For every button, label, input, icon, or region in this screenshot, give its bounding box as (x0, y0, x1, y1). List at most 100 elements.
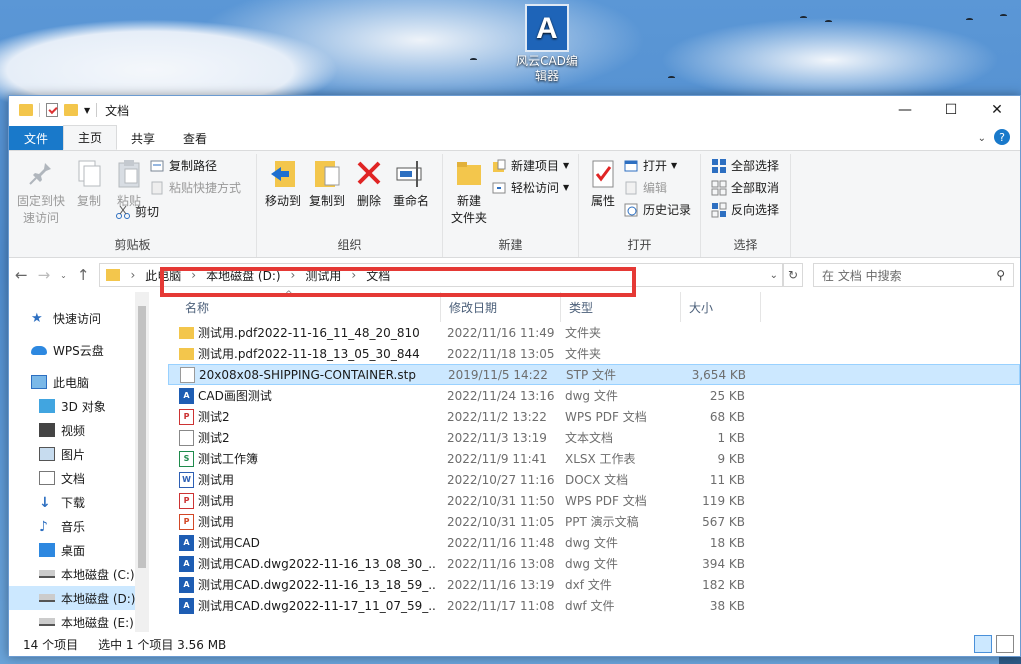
folder-file-icon (179, 326, 194, 339)
open-group-label: 打开 (627, 238, 652, 252)
file-row[interactable]: W 测试用 2022/10/27 11:16 DOCX 文档 11 KB (168, 469, 1020, 490)
refresh-icon[interactable]: ↻ (783, 263, 803, 287)
new-item-button[interactable]: 新建项目 ▼ (491, 156, 569, 175)
breadcrumb-drive-d[interactable]: 本地磁盘 (D:) (206, 267, 280, 284)
tab-share[interactable]: 共享 (117, 126, 169, 150)
file-row[interactable]: S 测试工作簿 2022/11/9 11:41 XLSX 工作表 9 KB (168, 448, 1020, 469)
file-row[interactable]: P 测试用 2022/10/31 11:50 WPS PDF 文档 119 KB (168, 490, 1020, 511)
bird-decoration (966, 18, 973, 21)
nav-desktop[interactable]: 桌面 (9, 538, 149, 562)
copy-to-icon (311, 157, 343, 191)
column-name[interactable]: 名称 (149, 292, 441, 322)
properties-quick-icon[interactable] (46, 103, 58, 117)
edit-button[interactable]: 编辑 (623, 178, 691, 197)
quick-access-dropdown-icon[interactable]: ▼ (84, 106, 90, 115)
organize-group: 移动到 复制到 删除 重命名 组织 (257, 154, 443, 257)
recent-locations-dropdown[interactable]: ⌄ (60, 271, 67, 280)
content-area: ★ 快速访问 WPS云盘 此电脑 3D 对象 视频 图片 文档 ↓ 下载 ♪ 音乐 桌… (9, 290, 1020, 634)
nav-documents[interactable]: 文档 (9, 466, 149, 490)
history-button[interactable]: 历史记录 (623, 200, 691, 219)
file-date: 2022/10/27 11:16 (447, 472, 555, 487)
file-type: WPS PDF 文档 (565, 494, 647, 508)
file-type: dwg 文件 (565, 389, 618, 403)
minimize-button[interactable]: — (882, 96, 928, 124)
copy-path-button[interactable]: 复制路径 (149, 156, 241, 175)
nav-pictures[interactable]: 图片 (9, 442, 149, 466)
search-icon: ⚲ (996, 268, 1005, 282)
bird-decoration (1000, 14, 1007, 17)
file-size: 18 KB (709, 535, 745, 550)
nav-scrollbar-thumb[interactable] (138, 306, 146, 568)
nav-drive-c[interactable]: 本地磁盘 (C:) (9, 562, 149, 586)
select-all-button[interactable]: 全部选择 (711, 156, 779, 175)
ribbon-collapse-icon[interactable]: ⌄ (978, 133, 986, 144)
nav-scrollbar[interactable] (135, 292, 149, 632)
nav-drive-d[interactable]: 本地磁盘 (D:) (9, 586, 149, 610)
nav-3d-objects[interactable]: 3D 对象 (9, 394, 149, 418)
cad-file-icon: A (179, 576, 194, 593)
column-date[interactable]: 修改日期 (441, 292, 561, 322)
nav-downloads[interactable]: ↓ 下载 (9, 490, 149, 514)
file-row[interactable]: A 测试用CAD.dwg2022-11-17_11_07_59_... 2022/1… (168, 595, 1020, 616)
folder-icon (19, 104, 33, 116)
file-row[interactable]: 测试用.pdf2022-11-16_11_48_20_810 2022/11/16… (168, 322, 1020, 343)
file-row[interactable]: 20x08x08-SHIPPING-CONTAINER.stp 2019/11/5… (168, 364, 1020, 385)
file-row[interactable]: P 测试用 2022/10/31 11:05 PPT 演示文稿 567 KB (168, 511, 1020, 532)
file-date: 2022/11/9 11:41 (447, 451, 547, 466)
desktop-icon-cad-editor[interactable]: A 风云CAD编 辑器 (512, 4, 582, 84)
bird-decoration (668, 76, 675, 79)
tab-file[interactable]: 文件 (9, 126, 64, 150)
easy-access-button[interactable]: 轻松访问 ▼ (491, 178, 569, 197)
docx-file-icon: W (179, 471, 194, 488)
file-name: 测试工作簿 (198, 452, 259, 466)
nav-videos[interactable]: 视频 (9, 418, 149, 442)
nav-drive-e[interactable]: 本地磁盘 (E:) (9, 610, 149, 634)
new-folder-icon (453, 157, 485, 191)
file-size: 567 KB (702, 514, 745, 529)
file-date: 2022/11/2 13:22 (447, 409, 547, 424)
search-input[interactable]: 在 文档 中搜索 ⚲ (813, 263, 1014, 287)
file-size: 25 KB (709, 388, 745, 403)
cut-button[interactable]: 剪切 (115, 202, 241, 221)
drive-icon (39, 618, 55, 626)
file-row[interactable]: 测试2 2022/11/3 13:19 文本文档 1 KB (168, 427, 1020, 448)
forward-button[interactable]: → (38, 266, 51, 284)
paste-shortcut-icon (149, 180, 165, 196)
new-folder-quick-icon[interactable] (64, 104, 78, 116)
item-count: 14 个项目 (23, 637, 79, 652)
nav-music[interactable]: ♪ 音乐 (9, 514, 149, 538)
paste-shortcut-button[interactable]: 粘贴快捷方式 (149, 178, 241, 197)
breadcrumb-this-pc[interactable]: 此电脑 (145, 267, 181, 284)
nav-wps-cloud[interactable]: WPS云盘 (9, 338, 149, 362)
doc-file-icon (180, 366, 195, 383)
nav-this-pc[interactable]: 此电脑 (9, 370, 149, 394)
file-type: 文件夹 (565, 347, 602, 361)
column-size[interactable]: 大小 (681, 292, 761, 322)
file-row[interactable]: 测试用.pdf2022-11-18_13_05_30_844 2022/11/18… (168, 343, 1020, 364)
breadcrumb-documents[interactable]: 文档 (366, 267, 390, 284)
column-type[interactable]: 类型 (561, 292, 681, 322)
file-row[interactable]: A 测试用CAD 2022/11/16 11:48 dwg 文件 18 KB (168, 532, 1020, 553)
tab-home[interactable]: 主页 (63, 125, 118, 150)
tab-view[interactable]: 查看 (169, 126, 221, 150)
close-button[interactable]: ✕ (974, 96, 1020, 124)
file-row[interactable]: P 测试2 2022/11/2 13:22 WPS PDF 文档 68 KB (168, 406, 1020, 427)
maximize-button[interactable]: ☐ (928, 96, 974, 124)
breadcrumb-test-folder[interactable]: 测试用 (305, 267, 341, 284)
file-type: dwg 文件 (565, 557, 618, 571)
select-none-button[interactable]: 全部取消 (711, 178, 779, 197)
copy-path-icon (149, 158, 165, 174)
up-button[interactable]: ↑ (77, 266, 90, 284)
address-bar[interactable]: › 此电脑 › 本地磁盘 (D:) › 测试用 › 文档 ⌄ (99, 263, 783, 287)
details-view-icon[interactable] (974, 635, 992, 653)
open-button[interactable]: 打开 ▼ (623, 156, 691, 175)
file-row[interactable]: A 测试用CAD.dwg2022-11-16_13_08_30_... 2022/1… (168, 553, 1020, 574)
address-dropdown-icon[interactable]: ⌄ (770, 270, 778, 281)
invert-selection-button[interactable]: 反向选择 (711, 200, 779, 219)
file-row[interactable]: A CAD画图测试 2022/11/24 13:16 dwg 文件 25 KB (168, 385, 1020, 406)
file-row[interactable]: A 测试用CAD.dwg2022-11-16_13_18_59_... 2022/1… (168, 574, 1020, 595)
nav-quick-access[interactable]: ★ 快速访问 (9, 306, 149, 330)
help-icon[interactable]: ? (994, 129, 1010, 145)
large-icons-view-icon[interactable] (996, 635, 1014, 653)
back-button[interactable]: ← (15, 266, 28, 284)
